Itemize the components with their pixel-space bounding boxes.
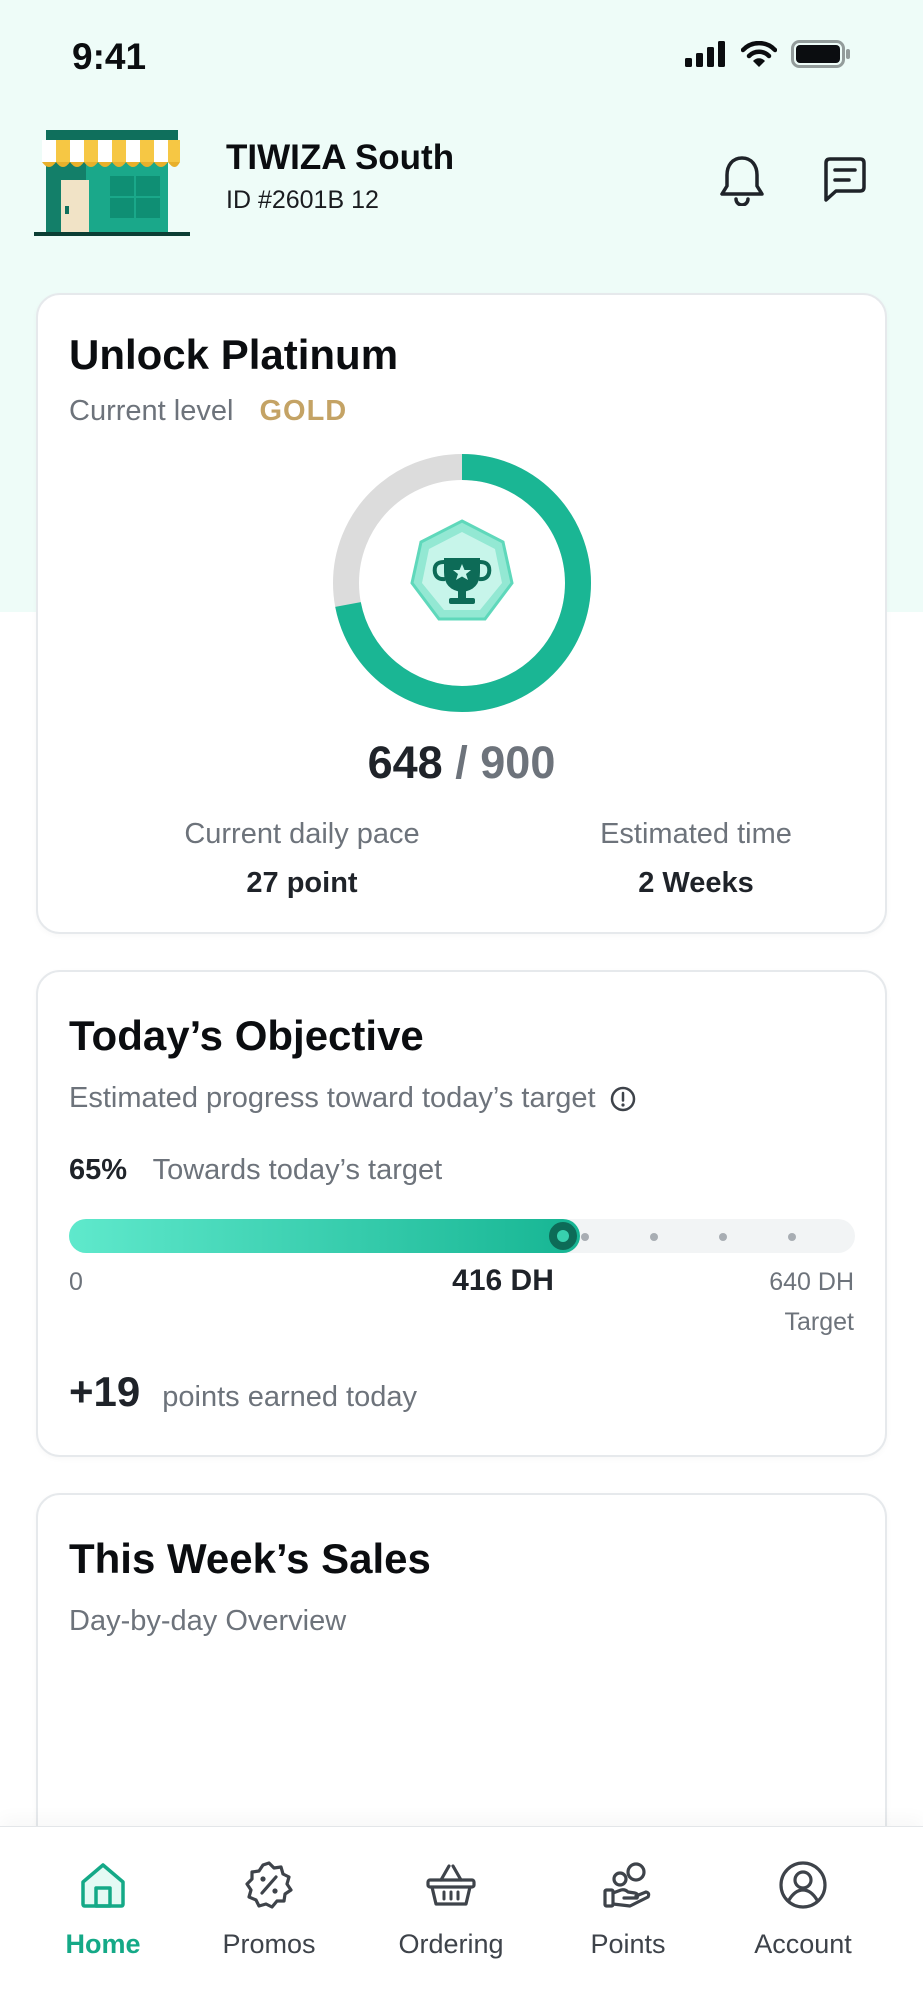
current-level-value: GOLD bbox=[259, 395, 348, 427]
points-earned-value: +19 bbox=[69, 1368, 141, 1415]
cellular-signal-icon bbox=[685, 41, 725, 67]
objective-card-title: Today’s Objective bbox=[69, 1012, 424, 1059]
progress-current-value: 416 DH bbox=[452, 1264, 554, 1297]
daily-pace-stat: Current daily pace 27 point bbox=[152, 818, 452, 900]
trophy-badge-icon bbox=[410, 519, 514, 621]
battery-icon bbox=[791, 40, 850, 68]
objective-subtitle: Estimated progress toward today’s target bbox=[69, 1082, 596, 1114]
nav-promos-label: Promos bbox=[222, 1929, 316, 1959]
progress-target-label: Target bbox=[784, 1308, 854, 1336]
basket-icon bbox=[426, 1864, 476, 1906]
nav-account[interactable]: Account bbox=[728, 1857, 878, 1960]
points-icon bbox=[603, 1862, 651, 1908]
wifi-icon bbox=[741, 40, 777, 67]
progress-scale-min: 0 bbox=[69, 1268, 83, 1296]
nav-home[interactable]: Home bbox=[28, 1857, 178, 1960]
objective-progress-track bbox=[69, 1219, 855, 1253]
progress-target-value: 640 DH bbox=[769, 1268, 854, 1296]
messages-button[interactable] bbox=[817, 152, 873, 208]
chat-icon bbox=[824, 157, 866, 202]
store-id: ID #2601B 12 bbox=[226, 186, 379, 214]
estimated-time-stat: Estimated time 2 Weeks bbox=[546, 818, 846, 900]
status-time: 9:41 bbox=[72, 36, 147, 77]
daily-pace-label: Current daily pace bbox=[184, 818, 420, 850]
points-earned-label: points earned today bbox=[162, 1381, 417, 1413]
current-level-row: Current level GOLD bbox=[69, 395, 347, 428]
bottom-navigation: Home Promos Ordering Points Account bbox=[0, 1826, 923, 2000]
nav-promos[interactable]: Promos bbox=[194, 1857, 344, 1960]
store-icon bbox=[34, 130, 190, 236]
store-name: TIWIZA South bbox=[226, 138, 455, 177]
objective-percent-label: Towards today’s target bbox=[152, 1154, 443, 1186]
points-target: 900 bbox=[480, 737, 556, 788]
objective-percent: 65% bbox=[69, 1154, 128, 1186]
notifications-button[interactable] bbox=[714, 152, 770, 208]
nav-ordering[interactable]: Ordering bbox=[376, 1857, 526, 1960]
info-icon[interactable] bbox=[610, 1086, 636, 1112]
estimated-time-value: 2 Weeks bbox=[638, 867, 754, 899]
points-separator: / bbox=[455, 737, 468, 788]
level-card-title: Unlock Platinum bbox=[69, 331, 399, 378]
points-earned-row: +19 points earned today bbox=[69, 1368, 417, 1416]
status-icons bbox=[685, 40, 851, 68]
nav-account-label: Account bbox=[754, 1929, 852, 1959]
store-avatar[interactable] bbox=[34, 128, 190, 245]
nav-points[interactable]: Points bbox=[553, 1857, 703, 1960]
promo-icon bbox=[245, 1861, 293, 1909]
objective-progress-fill bbox=[69, 1219, 580, 1253]
objective-progress-knob bbox=[549, 1222, 577, 1250]
progress-step-dot bbox=[650, 1233, 658, 1241]
nav-points-label: Points bbox=[590, 1929, 666, 1959]
bell-icon bbox=[720, 156, 764, 206]
status-bar: 9:41 bbox=[0, 0, 923, 110]
points-current: 648 bbox=[367, 737, 443, 788]
level-progress-ring bbox=[331, 452, 593, 719]
header: TIWIZA South ID #2601B 12 bbox=[0, 120, 923, 240]
objective-subtitle-row: Estimated progress toward today’s target bbox=[69, 1082, 636, 1115]
todays-objective-card: Today’s Objective Estimated progress tow… bbox=[36, 970, 887, 1457]
daily-pace-value: 27 point bbox=[246, 867, 358, 899]
estimated-time-label: Estimated time bbox=[600, 818, 792, 850]
points-score: 648 / 900 bbox=[38, 737, 885, 789]
current-level-label: Current level bbox=[69, 395, 234, 427]
home-icon bbox=[81, 1863, 125, 1908]
account-icon bbox=[779, 1861, 827, 1909]
progress-step-dot bbox=[719, 1233, 727, 1241]
progress-step-dot bbox=[581, 1233, 589, 1241]
nav-home-label: Home bbox=[65, 1929, 141, 1959]
objective-percent-row: 65% Towards today’s target bbox=[69, 1154, 442, 1187]
progress-step-dot bbox=[788, 1233, 796, 1241]
level-progress-card: Unlock Platinum Current level GOLD 648 /… bbox=[36, 293, 887, 934]
nav-ordering-label: Ordering bbox=[398, 1929, 504, 1959]
